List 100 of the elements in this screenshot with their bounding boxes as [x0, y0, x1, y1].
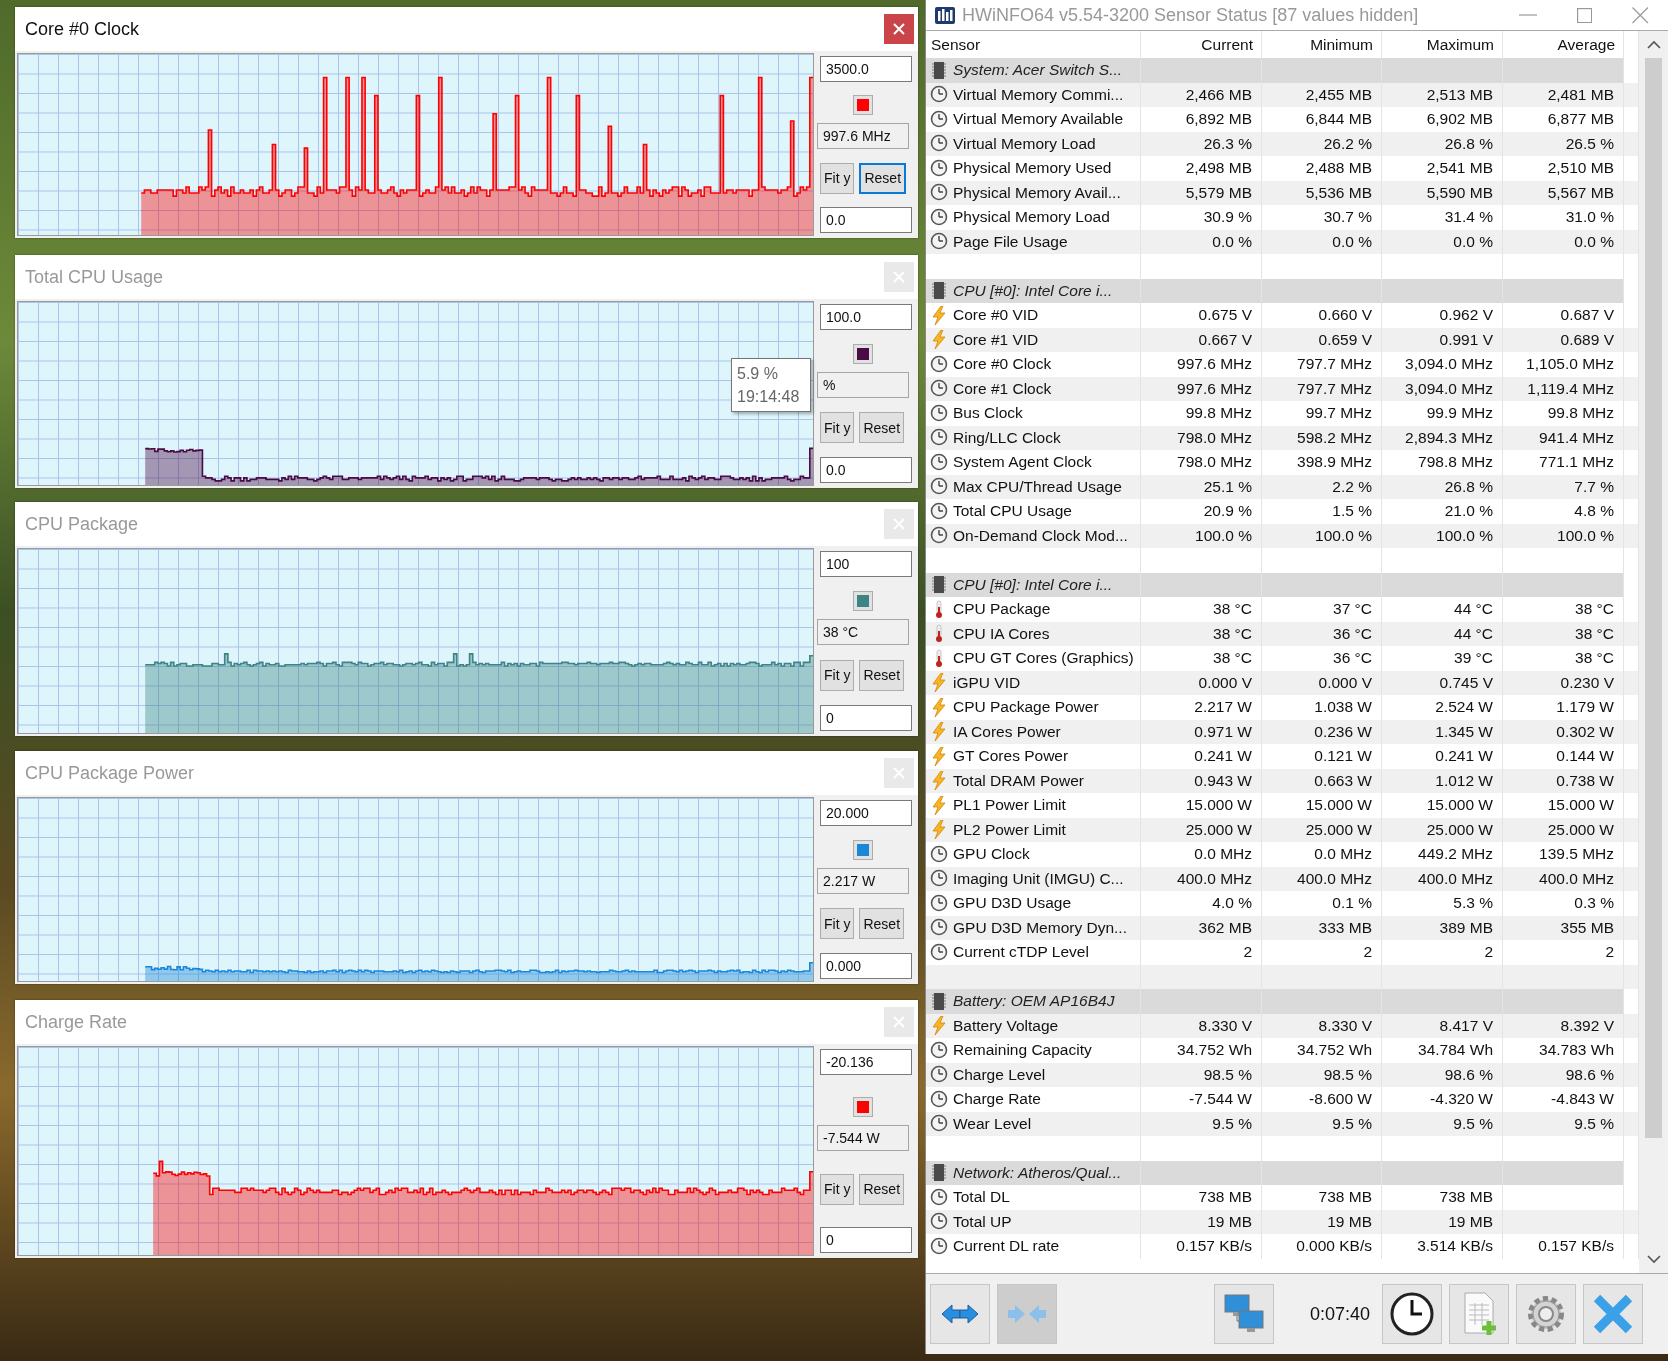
- table-row[interactable]: Battery Voltage 8.330 V 8.330 V 8.417 V 8.392 V: [926, 1013, 1639, 1038]
- table-row[interactable]: Max CPU/Thread Usage 25.1 % 2.2 % 26.8 % 7.7 %: [926, 474, 1639, 499]
- max-value-field[interactable]: 20.000: [820, 800, 912, 826]
- group-label: System: Acer Switch S...: [953, 60, 1123, 80]
- min-value-field[interactable]: 0: [820, 705, 912, 731]
- table-cell: 30.7 %: [1262, 205, 1382, 230]
- chip-icon: [930, 1163, 948, 1183]
- current-reading: 2.217 W: [817, 868, 909, 894]
- table-row[interactable]: Virtual Memory Commi... 2,466 MB 2,455 MB 2,513 MB 2,481 MB: [926, 82, 1639, 107]
- table-cell: -4.843 W: [1503, 1087, 1624, 1112]
- table-row[interactable]: Core #1 Clock 997.6 MHz 797.7 MHz 3,094.0 MHz 1,119.4 MHz: [926, 376, 1639, 401]
- table-cell: 0.1 %: [1262, 891, 1382, 916]
- table-cell: 1.038 W: [1262, 695, 1382, 720]
- group-row[interactable]: CPU [#0]: Intel Core i...: [926, 278, 1639, 303]
- table-cell: 738 MB: [1141, 1185, 1262, 1210]
- table-row[interactable]: Total DRAM Power 0.943 W 0.663 W 1.012 W 0.738 W: [926, 768, 1639, 793]
- table-row[interactable]: iGPU VID 0.000 V 0.000 V 0.745 V 0.230 V: [926, 670, 1639, 695]
- fit-y-button[interactable]: Fit y: [820, 908, 855, 939]
- table-cell: 0.121 W: [1262, 744, 1382, 769]
- sensor-label: Total CPU Usage: [953, 501, 1072, 521]
- group-row[interactable]: CPU [#0]: Intel Core i...: [926, 572, 1639, 597]
- timer-button[interactable]: [1382, 1284, 1442, 1344]
- min-value-field[interactable]: 0: [820, 1227, 912, 1253]
- table-cell: 99.9 MHz: [1382, 401, 1503, 426]
- group-row[interactable]: Battery: OEM AP16B4J: [926, 989, 1639, 1014]
- max-value-field[interactable]: 3500.0: [820, 56, 912, 82]
- table-cell: 3.514 KB/s: [1382, 1234, 1503, 1259]
- gauge-icon: [930, 844, 948, 864]
- reset-button[interactable]: Reset: [859, 412, 905, 443]
- gauge-icon: [930, 501, 948, 521]
- fit-y-button[interactable]: Fit y: [820, 162, 855, 194]
- table-cell: 738 MB: [1382, 1185, 1503, 1210]
- group-row[interactable]: Network: Atheros/Qual...: [926, 1160, 1639, 1185]
- table-cell: 0.687 V: [1503, 303, 1624, 328]
- table-row[interactable]: GPU D3D Memory Dyn... 362 MB 333 MB 389 MB 355 MB: [926, 915, 1639, 940]
- table-row[interactable]: Physical Memory Avail... 5,579 MB 5,536 MB 5,590 MB 5,567 MB: [926, 180, 1639, 205]
- reset-button[interactable]: Reset: [859, 162, 907, 194]
- fit-y-button[interactable]: Fit y: [820, 659, 855, 691]
- table-cell: 0.241 W: [1382, 744, 1503, 769]
- table-row[interactable]: PL2 Power Limit 25.000 W 25.000 W 25.000 W 25.000 W: [926, 817, 1639, 842]
- scrollbar-thumb[interactable]: [1645, 58, 1662, 1138]
- table-cell: 1,105.0 MHz: [1503, 352, 1624, 377]
- color-swatch[interactable]: [853, 95, 873, 116]
- color-swatch[interactable]: [853, 840, 873, 860]
- gauge-icon: [930, 477, 948, 497]
- table-row[interactable]: Page File Usage 0.0 % 0.0 % 0.0 % 0.0 %: [926, 229, 1639, 254]
- table-row[interactable]: Wear Level 9.5 % 9.5 % 9.5 % 9.5 %: [926, 1111, 1639, 1136]
- table-cell: 6,844 MB: [1262, 107, 1382, 132]
- table-cell: 2: [1503, 940, 1624, 965]
- color-swatch[interactable]: [853, 1097, 873, 1118]
- color-swatch[interactable]: [853, 591, 873, 612]
- table-row[interactable]: Core #1 VID 0.667 V 0.659 V 0.991 V 0.689 V: [926, 327, 1639, 352]
- reset-button[interactable]: Reset: [859, 908, 905, 939]
- settings-button[interactable]: [1516, 1284, 1576, 1344]
- max-value-field[interactable]: -20.136: [820, 1049, 912, 1075]
- min-value-field[interactable]: 0.0: [820, 457, 912, 483]
- table-row[interactable]: IA Cores Power 0.971 W 0.236 W 1.345 W 0.302 W: [926, 719, 1639, 744]
- close-button[interactable]: [1583, 1284, 1643, 1344]
- current-reading: -7.544 W: [817, 1125, 909, 1152]
- table-cell: 38 °C: [1503, 646, 1624, 671]
- fit-y-button[interactable]: Fit y: [820, 1173, 855, 1205]
- table-cell: 34.752 Wh: [1262, 1038, 1382, 1063]
- gauge-icon: [930, 232, 948, 252]
- sensor-label: GPU Clock: [953, 844, 1030, 864]
- report-button[interactable]: [1449, 1284, 1509, 1344]
- table-row[interactable]: Imaging Unit (IMGU) C... 400.0 MHz 400.0 MHz 400.0 MHz 400.0 MHz: [926, 866, 1639, 891]
- max-value-field[interactable]: 100: [820, 551, 912, 577]
- expand-button[interactable]: [930, 1284, 990, 1344]
- group-label: CPU [#0]: Intel Core i...: [953, 280, 1113, 301]
- table-row[interactable]: On-Demand Clock Mod... 100.0 % 100.0 % 100.0 % 100.0 %: [926, 523, 1639, 548]
- group-row[interactable]: System: Acer Switch S...: [926, 58, 1639, 83]
- table-cell: 0.241 W: [1141, 744, 1262, 769]
- table-cell: 37 °C: [1262, 597, 1382, 622]
- table-row[interactable]: Ring/LLC Clock 798.0 MHz 598.2 MHz 2,894.3 MHz 941.4 MHz: [926, 425, 1639, 450]
- table-cell: 2: [1141, 940, 1262, 965]
- sensor-label: Physical Memory Avail...: [953, 182, 1121, 203]
- min-value-field[interactable]: 0.0: [820, 207, 912, 233]
- table-cell: 31.0 %: [1503, 205, 1624, 230]
- network-button[interactable]: [1213, 1284, 1274, 1344]
- table-row[interactable]: Total UP 19 MB 19 MB 19 MB: [926, 1209, 1639, 1234]
- table-cell: 139.5 MHz: [1503, 842, 1624, 867]
- sensor-label: Max CPU/Thread Usage: [953, 476, 1122, 497]
- table-cell: 15.000 W: [1382, 793, 1503, 818]
- sensor-label: Core #1 VID: [953, 329, 1039, 350]
- fit-y-button[interactable]: Fit y: [820, 412, 855, 443]
- color-swatch[interactable]: [853, 344, 873, 364]
- sensor-label: GPU D3D Memory Dyn...: [953, 917, 1127, 938]
- table-row[interactable]: Charge Level 98.5 % 98.5 % 98.6 % 98.6 %: [926, 1062, 1639, 1087]
- sensor-label: Virtual Memory Available: [953, 109, 1123, 129]
- table-row[interactable]: Virtual Memory Load 26.3 % 26.2 % 26.8 % 26.5 %: [926, 131, 1639, 156]
- reset-button[interactable]: Reset: [859, 659, 905, 691]
- min-value-field[interactable]: 0.000: [820, 953, 912, 979]
- reset-button[interactable]: Reset: [859, 1173, 905, 1205]
- gauge-icon: [930, 1040, 948, 1060]
- group-label: Battery: OEM AP16B4J: [953, 991, 1115, 1011]
- max-value-field[interactable]: 100.0: [820, 304, 912, 330]
- table-row[interactable]: CPU IA Cores 38 °C 36 °C 44 °C 38 °C: [926, 621, 1639, 646]
- sensor-label: Ring/LLC Clock: [953, 427, 1061, 448]
- table-cell: 0.675 V: [1141, 303, 1262, 328]
- close-button[interactable]: [884, 14, 914, 44]
